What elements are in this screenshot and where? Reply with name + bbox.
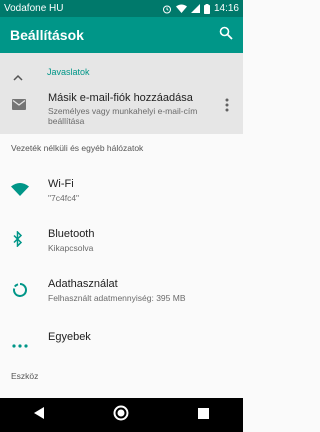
suggestion-title: Másik e-mail-fiók hozzáadása: [48, 92, 193, 104]
suggestion-subtitle-line2: beállítása: [48, 116, 85, 126]
status-time: 14:16: [213, 3, 239, 14]
wifi-icon: [11, 183, 29, 201]
cell-signal-icon: [190, 4, 200, 13]
settings-item-wifi[interactable]: Wi-Fi "7c4fc4": [0, 170, 243, 212]
bluetooth-icon: [13, 230, 23, 252]
more-horizontal-icon: [12, 335, 28, 353]
email-icon: [12, 97, 26, 115]
wifi-status: "7c4fc4": [48, 193, 80, 203]
back-button[interactable]: [34, 406, 45, 424]
suggestions-card: Javaslatok Másik e-mail-fiók hozzáadása …: [0, 53, 243, 134]
data-usage-icon: [12, 282, 28, 303]
section-header-device: Eszköz: [11, 371, 39, 381]
settings-item-bluetooth[interactable]: Bluetooth Kikapcsolva: [0, 220, 243, 262]
more-label: Egyebek: [48, 331, 91, 343]
page-title: Beállítások: [10, 27, 84, 43]
settings-item-data-usage[interactable]: Adathasználat Felhasznált adatmennyiség:…: [0, 270, 243, 312]
home-button[interactable]: [113, 405, 129, 426]
suggestion-subtitle-line1: Személyes vagy munkahelyi e-mail-cím: [48, 106, 198, 116]
navigation-bar: [0, 398, 243, 432]
suggestions-label: Javaslatok: [47, 67, 90, 77]
wifi-label: Wi-Fi: [48, 178, 74, 190]
alarm-icon: [162, 4, 172, 14]
bluetooth-label: Bluetooth: [48, 228, 95, 240]
search-icon[interactable]: [219, 26, 233, 45]
app-bar: Beállítások: [0, 17, 243, 53]
data-usage-status: Felhasznált adatmennyiség: 395 MB: [48, 293, 186, 303]
battery-icon: [203, 3, 210, 14]
section-header-network: Vezeték nélküli és egyéb hálózatok: [11, 143, 144, 153]
suggestion-add-email[interactable]: Másik e-mail-fiók hozzáadása Személyes v…: [0, 89, 243, 135]
data-usage-label: Adathasználat: [48, 278, 118, 290]
carrier-name: Vodafone HU: [4, 3, 64, 14]
chevron-up-icon[interactable]: [13, 68, 23, 86]
bluetooth-status: Kikapcsolva: [48, 243, 94, 253]
settings-item-more[interactable]: Egyebek: [0, 322, 243, 356]
status-bar: Vodafone HU 14:16: [0, 0, 243, 17]
wifi-signal-icon: [175, 4, 187, 13]
suggestions-header[interactable]: Javaslatok: [0, 53, 243, 93]
recents-button[interactable]: [197, 406, 209, 424]
status-icons: 14:16: [162, 3, 239, 14]
more-options-icon[interactable]: [225, 98, 229, 117]
